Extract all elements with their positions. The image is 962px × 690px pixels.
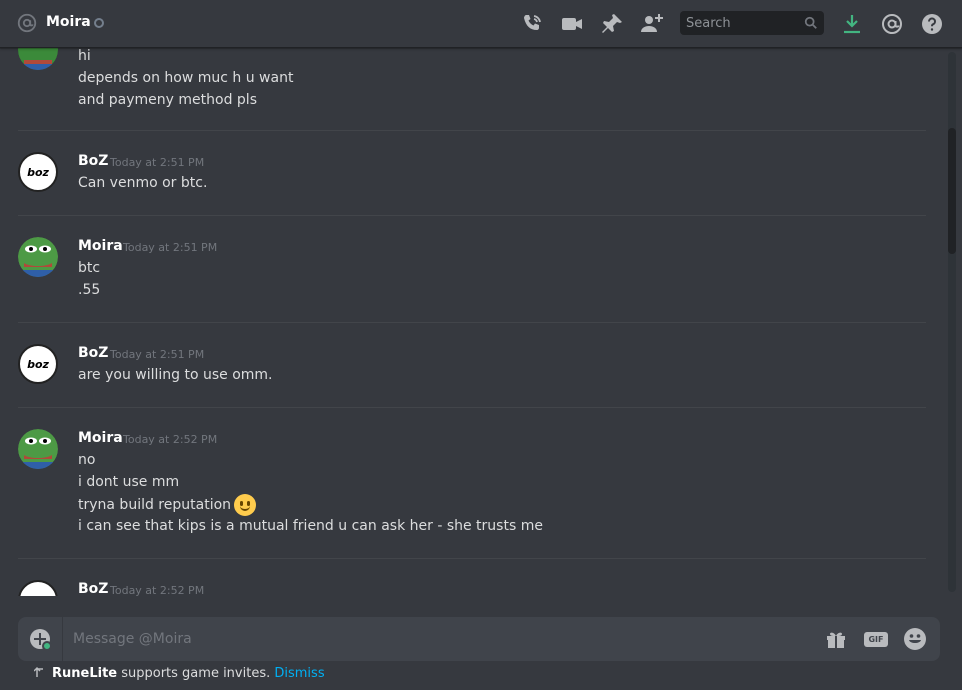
message-divider	[18, 130, 926, 131]
smile-emoji[interactable]	[234, 494, 257, 516]
avatar[interactable]	[18, 429, 58, 469]
gift-icon[interactable]	[824, 627, 848, 651]
add-friend-icon[interactable]	[640, 12, 664, 36]
notice-text: supports game invites.	[117, 666, 275, 681]
message-divider	[18, 558, 926, 559]
message-text: tryna build reputation	[78, 497, 232, 513]
message-composer: GIF	[18, 617, 940, 661]
message-line: depends on how muc h u want	[78, 70, 294, 86]
at-icon	[17, 13, 37, 33]
upload-status-dot	[42, 641, 52, 651]
message-line: btc	[78, 260, 101, 276]
message-divider	[18, 407, 926, 408]
message-divider	[18, 215, 926, 216]
video-icon[interactable]	[560, 12, 584, 36]
game-invite-arrow-icon	[34, 666, 43, 677]
message-divider	[18, 322, 926, 323]
username[interactable]: Moira	[78, 238, 123, 254]
channel-header: Moira	[0, 0, 962, 48]
dismiss-link[interactable]: Dismiss	[274, 666, 324, 681]
mention-icon[interactable]	[880, 12, 904, 36]
message-line: Can venmo or btc.	[78, 175, 208, 191]
message-line-with-emoji: tryna build reputation	[78, 494, 257, 516]
avatar[interactable]: boz	[18, 152, 58, 192]
avatar[interactable]: boz	[18, 344, 58, 384]
search-box[interactable]	[680, 11, 824, 35]
message-line: .55	[78, 282, 101, 298]
avatar[interactable]	[18, 237, 58, 277]
pin-icon[interactable]	[600, 12, 624, 36]
message-line: i dont use mm	[78, 474, 180, 490]
message-input[interactable]	[73, 617, 813, 661]
message-line: i can see that kips is a mutual friend u…	[78, 518, 543, 534]
timestamp: Today at 2:52 PM	[110, 584, 205, 596]
help-icon[interactable]	[920, 12, 944, 36]
username[interactable]: BoZ	[78, 153, 108, 169]
channel-title: Moira	[46, 14, 91, 30]
emoji-icon[interactable]	[903, 627, 927, 651]
composer-separator	[62, 617, 63, 661]
message-line: are you willing to use omm.	[78, 367, 273, 383]
message-list[interactable]: hi depends on how muc h u want and payme…	[0, 48, 946, 596]
search-input[interactable]	[680, 11, 800, 35]
gif-icon[interactable]: GIF	[864, 632, 888, 647]
app-name: RuneLite	[52, 666, 118, 681]
message-line: no	[78, 452, 96, 468]
timestamp: Today at 2:51 PM	[110, 156, 205, 169]
timestamp: Today at 2:51 PM	[123, 241, 218, 254]
download-icon[interactable]	[840, 12, 864, 36]
timestamp: Today at 2:51 PM	[110, 348, 205, 361]
message-line: and paymeny method pls	[78, 92, 257, 108]
message-line: hi	[78, 48, 91, 64]
status-offline-icon	[94, 18, 104, 28]
search-icon	[804, 16, 817, 29]
username[interactable]: BoZ	[78, 581, 108, 596]
game-invite-notice: RuneLite supports game invites. Dismiss	[52, 666, 325, 681]
avatar[interactable]: boz	[18, 580, 58, 596]
timestamp: Today at 2:52 PM	[123, 433, 218, 446]
avatar[interactable]	[18, 48, 58, 70]
username[interactable]: Moira	[78, 430, 123, 446]
username[interactable]: BoZ	[78, 345, 108, 361]
call-icon[interactable]	[520, 12, 544, 36]
scrollbar-thumb[interactable]	[948, 128, 956, 254]
